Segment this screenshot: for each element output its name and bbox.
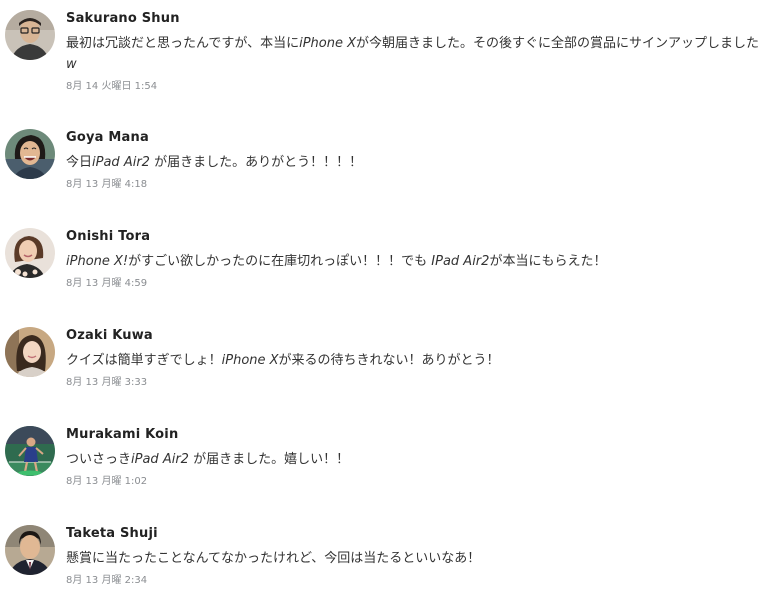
comment-text-part: が本当にもらえた！ bbox=[489, 254, 607, 269]
comment-text-product: iPad Air2 bbox=[92, 155, 150, 170]
avatar[interactable] bbox=[5, 426, 55, 476]
comment-text: 最初は冗談だと思ったんですが、本当にiPhone Xが今朝届きました。その後すぐ… bbox=[66, 33, 766, 75]
commenter-name[interactable]: Ozaki Kuwa bbox=[66, 328, 768, 344]
comment-body: Sakurano Shun 最初は冗談だと思ったんですが、本当にiPhone X… bbox=[66, 10, 768, 94]
commenter-name[interactable]: Taketa Shuji bbox=[66, 526, 768, 542]
comment-text-product: iPad Air2 bbox=[131, 452, 189, 467]
comment-text-part: が届きました。ありがとう！！！！ bbox=[149, 155, 363, 170]
comment-timestamp: 8月 13 月曜 4:18 bbox=[66, 179, 148, 190]
avatar[interactable] bbox=[5, 129, 55, 179]
avatar[interactable] bbox=[5, 10, 55, 60]
comment-timestamp: 8月 13 月曜 3:33 bbox=[66, 377, 148, 388]
comment-text-part: 今日 bbox=[66, 155, 93, 170]
comment-body: Onishi Tora iPhone X!がすごい欲しかったのに在庫切れっぽい！… bbox=[66, 228, 768, 291]
comment-body: Taketa Shuji 懸賞に当たったことなんてなかったけれど、今回は当たると… bbox=[66, 525, 768, 588]
comment-body: Murakami Koin ついさっきiPad Air2 が届きました。嬉しい！… bbox=[66, 426, 768, 489]
avatar[interactable] bbox=[5, 525, 55, 575]
comment-text-product: iPhone X bbox=[299, 36, 357, 51]
comment-text: iPhone X!がすごい欲しかったのに在庫切れっぽい！！！でも IPad Ai… bbox=[66, 251, 766, 272]
comment-timestamp: 8月 13 月曜 1:02 bbox=[66, 476, 148, 487]
comment-timestamp: 8月 13 月曜 2:34 bbox=[66, 575, 148, 586]
comment-text-product: IPad Air2 bbox=[431, 254, 490, 269]
comment-body: Goya Mana 今日iPad Air2 が届きました。ありがとう！！！！ 8… bbox=[66, 129, 768, 192]
avatar[interactable] bbox=[5, 327, 55, 377]
comment-text-product: iPhone X! bbox=[66, 254, 129, 269]
comment-text-part: がすごい欲しかったのに在庫切れっぽい！！！でも bbox=[128, 254, 432, 269]
comment-text-part: が届きました。嬉しい！！ bbox=[188, 452, 350, 467]
comment-text-part: が来るの待ちきれない！ありがとう！ bbox=[278, 353, 500, 368]
comment-text-part: クイズは簡単すぎでしょ！ bbox=[66, 353, 222, 368]
avatar-tennis-player-icon bbox=[5, 426, 55, 476]
comment-text: 懸賞に当たったことなんてなかったけれど、今回は当たるといいなあ！ bbox=[66, 548, 766, 569]
comment-text-part: 懸賞に当たったことなんてなかったけれど、今回は当たるといいなあ！ bbox=[66, 551, 481, 566]
comment-text-part: 最初は冗談だと思ったんですが、本当に bbox=[66, 36, 300, 51]
comment-text-part: が今朝届きました。その後すぐに全部の賞品にサインアップしました bbox=[356, 36, 760, 51]
comment-text-part: w bbox=[66, 57, 77, 72]
commenter-name[interactable]: Onishi Tora bbox=[66, 229, 768, 245]
comment-body: Ozaki Kuwa クイズは簡単すぎでしょ！iPhone Xが来るの待ちきれな… bbox=[66, 327, 768, 390]
comment-text: ついさっきiPad Air2 が届きました。嬉しい！！ bbox=[66, 449, 766, 470]
avatar[interactable] bbox=[5, 228, 55, 278]
commenter-name[interactable]: Goya Mana bbox=[66, 130, 768, 146]
avatar-laughing-woman-icon bbox=[5, 129, 55, 179]
comment-text: 今日iPad Air2 が届きました。ありがとう！！！！ bbox=[66, 152, 766, 173]
avatar-man-suit-icon bbox=[5, 525, 55, 575]
avatar-woman-indoor-icon bbox=[5, 327, 55, 377]
comment-timestamp: 8月 13 月曜 4:59 bbox=[66, 278, 148, 289]
comment-text: クイズは簡単すぎでしょ！iPhone Xが来るの待ちきれない！ありがとう！ bbox=[66, 350, 766, 371]
commenter-name[interactable]: Murakami Koin bbox=[66, 427, 768, 443]
avatar-man-glasses-icon bbox=[5, 10, 55, 60]
avatar-woman-photo-icon bbox=[5, 228, 55, 278]
comment-timestamp: 8月 14 火曜日 1:54 bbox=[66, 81, 158, 92]
comment-text-product: iPhone X bbox=[221, 353, 279, 368]
commenter-name[interactable]: Sakurano Shun bbox=[66, 11, 768, 27]
comment-text-part: ついさっき bbox=[66, 452, 132, 467]
